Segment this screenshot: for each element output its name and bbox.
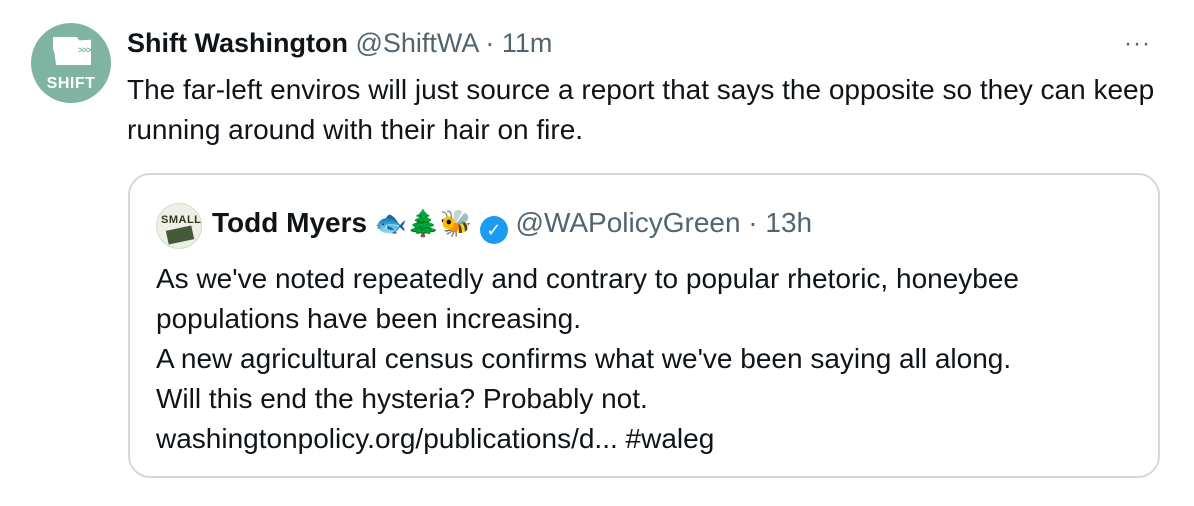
quoted-text-line: Will this end the hysteria? Probably not… xyxy=(156,383,648,414)
quoted-text-line: populations have been increasing. xyxy=(156,303,581,334)
author-handle-time[interactable]: @ShiftWA · 11m xyxy=(348,28,552,58)
quoted-author-name[interactable]: Todd Myers xyxy=(212,207,367,238)
arrows-icon: >>>> xyxy=(78,45,96,55)
quoted-text-line: A new agricultural census confirms what … xyxy=(156,343,1012,374)
quoted-text-link-line[interactable]: washingtonpolicy.org/publications/d... #… xyxy=(156,419,1146,459)
tweet-text: The far-left enviros will just source a … xyxy=(127,74,1155,145)
quoted-tweet[interactable]: SMALL Todd Myers 🐟🌲🐝 ✓ @WAPolicyGreen · … xyxy=(128,173,1160,478)
quoted-tweet-text: As we've noted repeatedly and contrary t… xyxy=(156,259,1146,459)
quoted-tweet-header: Todd Myers 🐟🌲🐝 ✓ @WAPolicyGreen · 13h xyxy=(212,205,812,244)
verified-badge-icon: ✓ xyxy=(479,216,508,244)
fish-icon: 🐟 xyxy=(374,209,408,239)
quoted-avatar-label: SMALL xyxy=(161,214,202,226)
bee-icon: 🐝 xyxy=(439,209,472,239)
avatar-label: SHIFT xyxy=(46,75,96,92)
quoted-avatar[interactable]: SMALL xyxy=(156,203,202,249)
quoted-author-handle-time[interactable]: @WAPolicyGreen · 13h xyxy=(516,207,813,238)
quoted-text-line: As we've noted repeatedly and contrary t… xyxy=(156,263,1019,294)
more-options-icon[interactable]: ··· xyxy=(1124,32,1151,56)
tweet-header: Shift Washington @ShiftWA · 11m xyxy=(127,26,552,60)
tree-icon: 🌲 xyxy=(407,209,440,239)
tweet[interactable]: >>>> SHIFT Shift Washington @ShiftWA · 1… xyxy=(0,0,1194,506)
author-name[interactable]: Shift Washington xyxy=(127,28,348,58)
avatar[interactable]: >>>> SHIFT xyxy=(31,23,111,103)
house-icon xyxy=(165,225,195,245)
